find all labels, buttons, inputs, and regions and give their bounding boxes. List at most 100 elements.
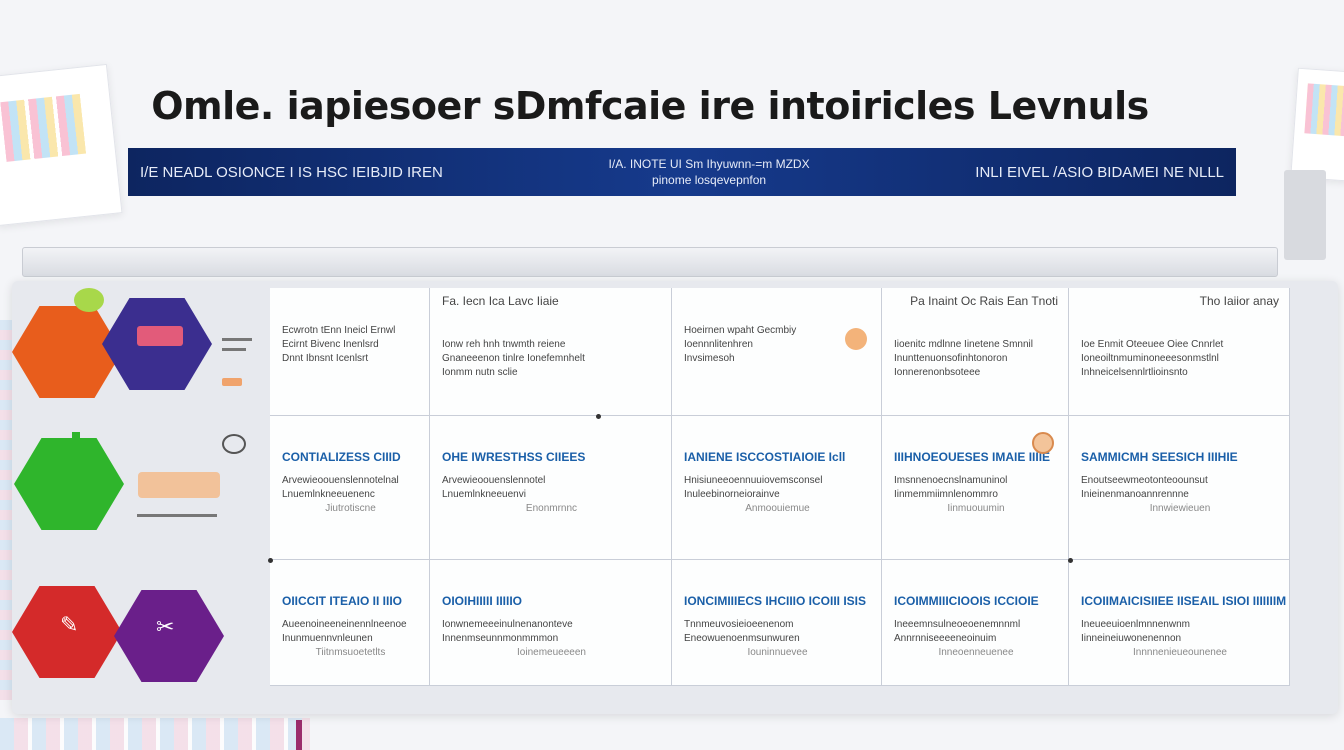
table-cell: CONTIALIZESS CIIID Arvewieoouenslennotel… [270, 416, 430, 560]
cell-text: Arvewieoouenslennotel [442, 475, 546, 486]
cell-text: Ionmm nutn sclie [442, 367, 518, 378]
background-strip [1284, 170, 1326, 260]
green-hexagon-icon [14, 438, 124, 530]
cell-text: Iouninnuevee [747, 647, 808, 658]
cell-text: Ionwnemeeeinulnenanonteve [442, 619, 573, 630]
cell-text: Inunmuennvnleunen [282, 633, 373, 644]
banner-center-top: I/A. INOTE UI Sm Ihyuwnn-=m MZDX [608, 157, 810, 171]
row-2-icon-area [12, 416, 270, 560]
table-cell: Fa. Iecn Ica Lavc Iiaie Ionw reh hnh tnw… [430, 288, 672, 416]
cell-text: Innenmseunnmonmmmon [442, 633, 559, 644]
mini-line-icon [222, 348, 246, 351]
table-cell: IONCIMIIIECS IHCIIIO ICOIII ISIS Tnnmeuv… [672, 560, 882, 686]
table-cell: OIOIHIIIII IIIIIO Ionwnemeeeinulnenanont… [430, 560, 672, 686]
table-cell: Hoeirnen wpaht Gecmbiy Ioennnlitenhren I… [672, 288, 882, 416]
cell-text: Annrnniseeeeneoinuim [894, 633, 997, 644]
cell-text: Ecwrotn tEnn Ineicl Ernwl [282, 325, 396, 336]
cell-title: CONTIALIZESS CIIID [282, 450, 401, 464]
cell-text: Ioinemeueeeen [517, 647, 586, 658]
table-cell: ICOIMMIIICIOOIS ICCIOIE Ineeemnsulneoeoe… [882, 560, 1069, 686]
background-strip [0, 320, 12, 700]
cell-text: Innnnenieueounenee [1133, 647, 1227, 658]
cell-text: Imsnnenoecnslnamuninol [894, 475, 1008, 486]
cell-text: Iioenitc mdlnne Iinetene Smnnil [894, 339, 1033, 350]
orange-tag-icon [138, 472, 220, 498]
cell-text: Aueenoineeneinennlneenoe [282, 619, 407, 630]
cell-text: Ionnerenonbsoteee [894, 367, 981, 378]
orange-badge-icon [1032, 432, 1054, 454]
grid-dot [596, 414, 601, 419]
cell-title: OIOIHIIIII IIIIIO [442, 594, 523, 608]
background-strip [0, 718, 310, 750]
cell-text: Ionw reh hnh tnwmth reiene [442, 339, 566, 350]
cell-title: IANIENE ISCCOSTIAIOIE Icll [684, 450, 846, 464]
orange-hexagon-icon [12, 306, 122, 398]
cell-text: Iinmuouumin [947, 503, 1005, 514]
card-icon [137, 326, 183, 346]
page-title: Omle. iapiesoer sDmfcaie ire intoiricles… [151, 84, 1149, 128]
cell-text: Ioennnlitenhren [684, 339, 753, 350]
column-header: Fa. Iecn Ica Lavc Iiaie [442, 294, 559, 308]
cell-text: Tiitnmsuoetetlts [315, 647, 386, 658]
banner-right-text: INLI EIVEL /ASIO BIDAMEI NE NLLL [975, 163, 1224, 181]
cell-text: Inieinenmanoannrennne [1081, 489, 1189, 500]
row-3-icon-area: ✎ ✂ [12, 560, 270, 686]
cell-title: SAMMICMH SEESICH IIIHIE [1081, 450, 1238, 464]
table-cell: OHE IWRESTHSS CIIEES Arvewieoouenslennot… [430, 416, 672, 560]
table-cell: ICOIIMAICISIIEE IISEAIL ISIOI IIIIIIIM I… [1069, 560, 1290, 686]
cell-text: Invsimesoh [684, 353, 735, 364]
background-chart-thumbnail [1304, 83, 1344, 137]
cell-text: Ioe Enmit Oteeuee Oiee Cnnrlet [1081, 339, 1224, 350]
banner-center-bottom: pinome losqevepnfon [652, 173, 767, 187]
column-header: Tho Iaiior anay [1199, 294, 1279, 308]
wrench-icon: ✎ [60, 612, 79, 637]
grid-dot [268, 558, 273, 563]
cell-text: Iinneineiuwonenennon [1081, 633, 1182, 644]
cell-text: Innwiewieuen [1149, 503, 1211, 514]
cell-text: Ineueeuioenlmnnenwnm [1081, 619, 1190, 630]
row-1-icon-area [12, 288, 270, 416]
cell-text: Inneoenneuenee [938, 647, 1014, 658]
tools-icon: ✂ [156, 614, 175, 639]
cell-text: Inuleebinorneiorainve [684, 489, 780, 500]
column-header: Pa Inaint Oc Rais Ean Tnoti [910, 294, 1058, 308]
cell-title: ICOIMMIIICIOOIS ICCIOIE [894, 594, 1039, 608]
toolbar-bar[interactable] [22, 247, 1278, 277]
table-cell: Ecwrotn tEnn Ineicl Ernwl Ecirnt Bivenc … [270, 288, 430, 416]
cell-text: Ioneoiltnmuminoneeesonmstlnl [1081, 353, 1219, 364]
cell-text: Tnnmeuvosieioeenenom [684, 619, 794, 630]
cell-title: IIIHNOEOUESES IMAIE IIIIE [894, 450, 1051, 464]
table-cell: SAMMICMH SEESICH IIIHIE Enoutseewmeotont… [1069, 416, 1290, 560]
cell-text: Arvewieoouenslennotelnal [282, 475, 399, 486]
grid-dot [1068, 558, 1073, 563]
mini-line-icon [222, 338, 252, 341]
cell-text: Eneowuenoenmsunwuren [684, 633, 800, 644]
mini-line-icon [137, 514, 217, 517]
table-cell: OIICCIT ITEAIO II IIIO Aueenoineeneinenn… [270, 560, 430, 686]
table-cell: IANIENE ISCCOSTIAIOIE Icll Hnisiuneeoenn… [672, 416, 882, 560]
green-leaf-icon [74, 288, 104, 312]
green-stem-icon [72, 432, 80, 462]
subtitle-banner: I/E NEADL OSIONCE I IS HSC IEIBJID IREN … [128, 148, 1236, 196]
cell-text: Ineeemnsulneoeoenemnnml [894, 619, 1021, 630]
bowl-icon [222, 434, 246, 454]
cell-title: IONCIMIIIECS IHCIIIO ICOIII ISIS [684, 594, 867, 608]
background-strip [296, 720, 302, 750]
cell-title: ICOIIMAICISIIEE IISEAIL ISIOI IIIIIIIM [1081, 594, 1287, 608]
cell-text: Ecirnt Bivenc Inenlsrd [282, 339, 379, 350]
cell-text: Gnaneeenon tinlre Ionefemnhelt [442, 353, 585, 364]
cell-title: OIICCIT ITEAIO II IIIO [282, 594, 403, 608]
mini-tag-icon [222, 378, 242, 386]
cell-text: Lnuemlnkneeuenvi [442, 489, 526, 500]
comparison-table: Ecwrotn tEnn Ineicl Ernwl Ecirnt Bivenc … [270, 288, 1290, 686]
cell-text: Anmoouiemue [745, 503, 810, 514]
table-cell: IIIHNOEOUESES IMAIE IIIIE Imsnnenoecnsln… [882, 416, 1069, 560]
cell-text: Enonmrnnc [525, 503, 578, 514]
cell-text: Lnuemlnkneeuenenc [282, 489, 375, 500]
cell-text: Inhneicelsennlrtlioinsnto [1081, 367, 1188, 378]
cell-text: Inunttenuonsofinhtonoron [894, 353, 1008, 364]
cell-text: Hnisiuneeoennuuiovemsconsel [684, 475, 823, 486]
banner-center: I/A. INOTE UI Sm Ihyuwnn-=m MZDX pinome … [609, 156, 810, 188]
table-cell: Pa Inaint Oc Rais Ean Tnoti Iioenitc mdl… [882, 288, 1069, 416]
orange-badge-icon [845, 328, 867, 350]
